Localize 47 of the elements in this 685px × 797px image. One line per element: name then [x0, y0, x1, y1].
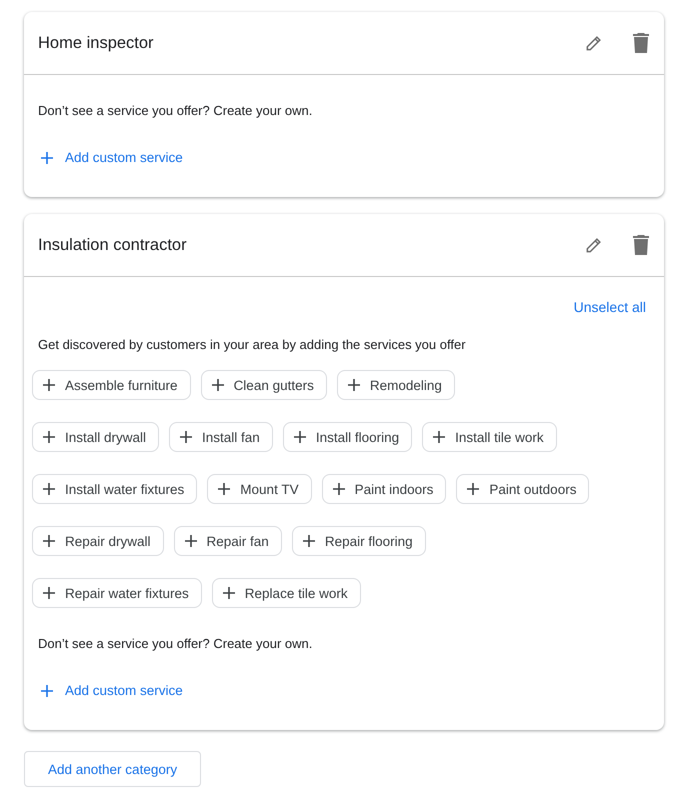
service-chip[interactable]: Repair flooring — [292, 526, 426, 556]
plus-icon — [218, 483, 230, 495]
service-chip[interactable]: Assemble furniture — [32, 370, 191, 400]
add-custom-service-link[interactable]: Add custom service — [41, 683, 183, 698]
custom-service-prompt: Don’t see a service you offer? Create your own. — [38, 636, 314, 651]
plus-icon — [332, 483, 345, 495]
plus-icon — [467, 483, 480, 495]
service-chip[interactable]: Repair fan — [174, 526, 282, 556]
plus-icon — [180, 431, 192, 443]
intro-text: Get discovered by customers in your area by adding the services you offer — [38, 337, 467, 352]
plus-icon — [41, 684, 53, 696]
plus-icon — [302, 535, 315, 547]
unselect-all-link[interactable]: Unselect all — [574, 299, 646, 315]
service-chip[interactable]: Replace tile work — [212, 578, 361, 608]
service-chip[interactable]: Install tile work — [422, 422, 557, 452]
service-chip[interactable]: Install flooring — [282, 422, 412, 452]
custom-service-prompt: Don’t see a service you offer? Create your own. — [38, 103, 314, 118]
plus-icon — [43, 379, 55, 391]
service-chip[interactable]: Repair drywall — [32, 526, 164, 556]
add-custom-service-link[interactable]: Add custom service — [41, 150, 183, 165]
service-chip[interactable]: Clean gutters — [200, 370, 327, 400]
plus-icon — [294, 431, 306, 443]
plus-icon — [41, 152, 53, 164]
delete-button[interactable] — [632, 235, 650, 255]
service-chip[interactable]: Install drywall — [32, 422, 160, 452]
plus-icon — [43, 587, 55, 599]
service-chip[interactable]: Paint outdoors — [456, 474, 590, 504]
service-chip[interactable]: Repair water fixtures — [32, 578, 202, 608]
plus-icon — [43, 483, 55, 495]
plus-icon — [212, 379, 224, 391]
plus-icon — [43, 535, 55, 547]
category-title: Home inspector — [38, 34, 155, 52]
service-chip[interactable]: Install water fixtures — [32, 474, 198, 504]
service-chip[interactable]: Remodeling — [336, 370, 455, 400]
plus-icon — [222, 587, 235, 599]
plus-icon — [433, 431, 446, 443]
plus-icon — [43, 431, 55, 443]
service-chip[interactable]: Mount TV — [207, 474, 312, 504]
service-chip[interactable]: Install fan — [169, 422, 273, 452]
category-title: Insulation contractor — [38, 236, 188, 254]
delete-button[interactable] — [632, 33, 650, 53]
plus-icon — [184, 535, 197, 547]
trash-icon — [632, 235, 650, 255]
service-chip[interactable]: Paint indoors — [322, 474, 446, 504]
plus-icon — [348, 379, 360, 391]
trash-icon — [632, 33, 650, 53]
add-category-button[interactable]: Add another category — [24, 751, 202, 787]
